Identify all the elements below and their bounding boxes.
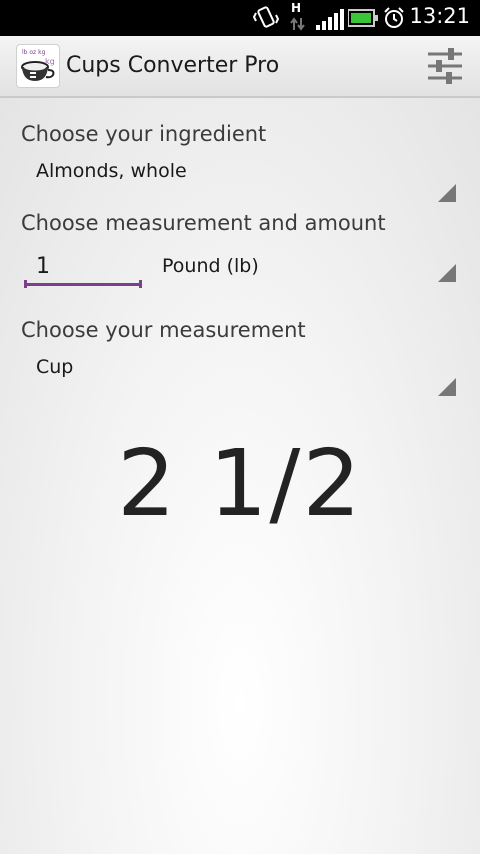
signal-icon	[316, 9, 344, 30]
ingredient-label: Choose your ingredient	[21, 122, 267, 146]
data-transfer-icon	[290, 17, 305, 31]
amount-field[interactable]	[24, 248, 142, 288]
from-unit-spinner[interactable]: Pound (lb)	[150, 250, 462, 290]
vibrate-icon	[252, 6, 280, 28]
app-cup-icon[interactable]: lb oz kg kg	[16, 44, 60, 88]
dropdown-arrow-icon	[438, 264, 456, 282]
svg-text:kg: kg	[45, 57, 55, 66]
ingredient-value: Almonds, whole	[36, 160, 187, 182]
from-unit-value: Pound (lb)	[162, 255, 259, 277]
target-unit-value: Cup	[36, 356, 74, 378]
alarm-icon	[384, 7, 404, 28]
clock: 13:21	[409, 4, 470, 28]
dropdown-arrow-icon	[438, 378, 456, 396]
battery-icon	[348, 9, 378, 27]
status-bar: H 13:21	[0, 0, 480, 36]
measurement-label: Choose measurement and amount	[21, 211, 386, 235]
dropdown-arrow-icon	[438, 184, 456, 202]
ingredient-spinner[interactable]: Almonds, whole	[20, 156, 462, 202]
target-unit-spinner[interactable]: Cup	[20, 352, 462, 398]
target-measurement-label: Choose your measurement	[21, 318, 306, 342]
app-title: Cups Converter Pro	[66, 53, 280, 78]
settings-sliders-icon[interactable]	[424, 46, 466, 86]
action-bar: lb oz kg kg Cups Converter Pro	[0, 36, 480, 98]
converter-form: Choose your ingredient Almonds, whole Ch…	[0, 98, 480, 854]
amount-input[interactable]	[24, 250, 142, 286]
app-icon-text: lb oz kg	[22, 49, 46, 56]
network-type-label: H	[291, 1, 302, 15]
result-value: 2 1/2	[117, 430, 363, 537]
